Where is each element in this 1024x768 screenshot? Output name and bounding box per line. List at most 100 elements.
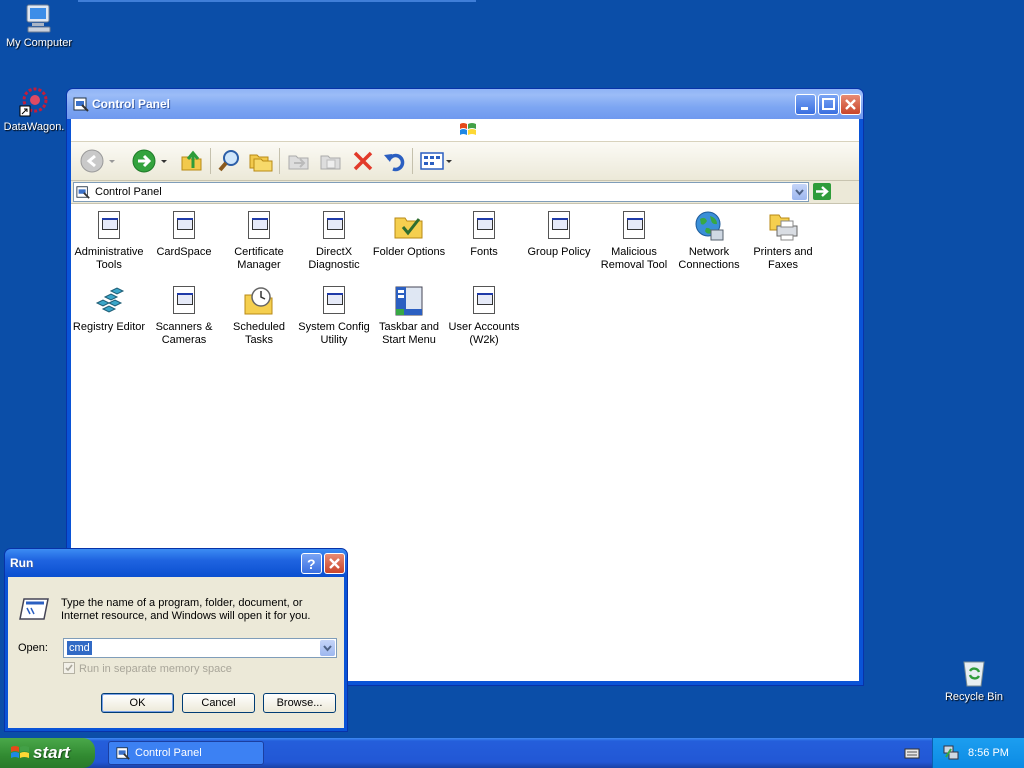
applet-icon bbox=[618, 210, 650, 242]
applet-icon bbox=[543, 210, 575, 242]
undo-button[interactable] bbox=[381, 148, 407, 174]
brand-bar bbox=[71, 119, 859, 142]
applet-icon bbox=[318, 210, 350, 242]
open-dropdown-button[interactable] bbox=[320, 640, 335, 656]
cp-item-administrative-tools[interactable]: Administrative Tools bbox=[71, 210, 147, 272]
cp-item-directx-diagnostic[interactable]: DirectX Diagnostic bbox=[296, 210, 372, 272]
up-button[interactable] bbox=[179, 148, 205, 174]
maximize-button[interactable] bbox=[818, 94, 839, 115]
cp-item-label-line2: Tools bbox=[96, 259, 122, 271]
applet-icon bbox=[168, 285, 200, 317]
control-panel-icon bbox=[73, 96, 89, 112]
back-dropdown[interactable] bbox=[107, 148, 117, 174]
cp-item-printers-and-faxes[interactable]: Printers and Faxes bbox=[745, 210, 821, 272]
open-input-value[interactable]: cmd bbox=[67, 641, 92, 655]
cp-item-group-policy[interactable]: Group Policy bbox=[521, 210, 597, 259]
window-titlebar[interactable]: Control Panel bbox=[67, 89, 863, 119]
back-button[interactable] bbox=[79, 148, 105, 174]
run-close-button[interactable] bbox=[324, 553, 345, 574]
run-title: Run bbox=[10, 556, 34, 570]
close-button[interactable] bbox=[840, 94, 861, 115]
cp-item-system-config-utility[interactable]: System Config Utility bbox=[296, 285, 372, 347]
minimize-button[interactable] bbox=[795, 94, 816, 115]
cp-item-scheduled-tasks[interactable]: Scheduled Tasks bbox=[221, 285, 297, 347]
cp-item-cardspace[interactable]: CardSpace bbox=[146, 210, 222, 259]
run-program-icon bbox=[18, 595, 50, 626]
copy-to-button bbox=[318, 148, 344, 174]
cp-item-label-line1: Group Policy bbox=[527, 246, 591, 258]
cp-item-user-accounts-w2k[interactable]: User Accounts (W2k) bbox=[446, 285, 522, 347]
run-titlebar[interactable]: Run ? bbox=[5, 549, 347, 577]
taskbar-item-control-panel[interactable]: Control Panel bbox=[108, 741, 264, 765]
ok-button[interactable]: OK bbox=[101, 693, 174, 713]
cp-item-label-line1: Scheduled bbox=[233, 321, 285, 333]
start-button[interactable]: start bbox=[0, 738, 95, 768]
chevron-down-icon bbox=[323, 645, 332, 652]
cp-item-malicious-removal-tool[interactable]: Malicious Removal Tool bbox=[596, 210, 672, 272]
cp-item-label-line2: Faxes bbox=[768, 259, 798, 271]
move-to-button bbox=[286, 148, 312, 174]
clock[interactable]: 8:56 PM bbox=[968, 747, 1009, 759]
applet-icon bbox=[168, 210, 200, 242]
go-button[interactable] bbox=[813, 183, 831, 200]
my-computer-icon bbox=[23, 2, 55, 34]
windows-logo-icon bbox=[460, 123, 476, 135]
delete-button[interactable] bbox=[350, 148, 376, 174]
cp-item-label-line1: Scanners & bbox=[155, 321, 213, 333]
delete-icon bbox=[353, 151, 373, 171]
cp-item-registry-editor[interactable]: Registry Editor bbox=[71, 285, 147, 334]
help-button[interactable]: ? bbox=[301, 553, 322, 574]
chevron-down-icon bbox=[795, 189, 804, 196]
cp-item-certificate-manager[interactable]: Certificate Manager bbox=[221, 210, 297, 272]
run-description-line1: Type the name of a program, folder, docu… bbox=[61, 597, 303, 609]
taskbar-settings-icon bbox=[393, 285, 425, 317]
forward-icon bbox=[132, 149, 156, 173]
cp-item-label-line1: Certificate bbox=[234, 246, 284, 258]
address-dropdown-button[interactable] bbox=[792, 184, 807, 200]
control-panel-icon bbox=[116, 747, 130, 760]
desktop-icon-label: My Computer bbox=[5, 37, 73, 49]
address-field[interactable]: Control Panel bbox=[73, 182, 809, 202]
maximize-icon bbox=[822, 98, 835, 110]
cp-item-label-line1: DirectX bbox=[315, 246, 353, 258]
forward-dropdown[interactable] bbox=[159, 148, 169, 174]
cp-item-label-line2: Removal Tool bbox=[600, 259, 668, 271]
chevron-down-icon bbox=[109, 160, 115, 163]
separate-memory-checkbox[interactable] bbox=[63, 662, 75, 674]
folders-button[interactable] bbox=[248, 148, 274, 174]
cp-item-label-line1: Folder Options bbox=[372, 246, 446, 258]
browse-button[interactable]: Browse... bbox=[263, 693, 336, 713]
cp-item-label-line2: Manager bbox=[237, 259, 281, 271]
cp-item-network-connections[interactable]: Network Connections bbox=[671, 210, 747, 272]
standard-toolbar bbox=[71, 142, 859, 181]
keyboard-tray-icon[interactable] bbox=[904, 746, 920, 763]
cp-item-scanners-and-cameras[interactable]: Scanners & Cameras bbox=[146, 285, 222, 347]
cp-item-folder-options[interactable]: Folder Options bbox=[371, 210, 447, 259]
applet-icon bbox=[318, 285, 350, 317]
cancel-button[interactable]: Cancel bbox=[182, 693, 255, 713]
desktop-icon-recycle-bin[interactable]: Recycle Bin bbox=[936, 656, 1012, 703]
network-globe-icon bbox=[693, 210, 725, 242]
back-icon bbox=[80, 149, 104, 173]
move-to-icon bbox=[288, 155, 309, 170]
cp-item-taskbar-and-start-menu[interactable]: Taskbar and Start Menu bbox=[371, 285, 447, 347]
cp-item-label-line2: Start Menu bbox=[382, 334, 436, 346]
checkmark-icon bbox=[65, 664, 73, 672]
address-value: Control Panel bbox=[95, 186, 162, 198]
search-button[interactable] bbox=[217, 148, 243, 174]
registry-editor-icon bbox=[93, 285, 125, 317]
taskbar: start Control Panel 8:56 PM bbox=[0, 738, 1024, 768]
copy-to-icon bbox=[320, 155, 341, 170]
cp-item-label-line1: Fonts bbox=[470, 246, 498, 258]
start-label: start bbox=[33, 743, 70, 762]
desktop-top-strip bbox=[78, 0, 476, 2]
desktop-icon-my-computer[interactable]: My Computer bbox=[1, 2, 77, 49]
views-button[interactable] bbox=[419, 148, 455, 174]
open-combobox[interactable]: cmd bbox=[63, 638, 337, 658]
network-tray-icon[interactable] bbox=[943, 745, 959, 764]
cp-item-fonts[interactable]: Fonts bbox=[446, 210, 522, 259]
cp-item-label-line1: CardSpace bbox=[156, 246, 212, 258]
desktop-icon-datawagon[interactable]: DataWagon. bbox=[0, 86, 72, 133]
svg-text:?: ? bbox=[307, 556, 316, 572]
forward-button[interactable] bbox=[131, 148, 157, 174]
